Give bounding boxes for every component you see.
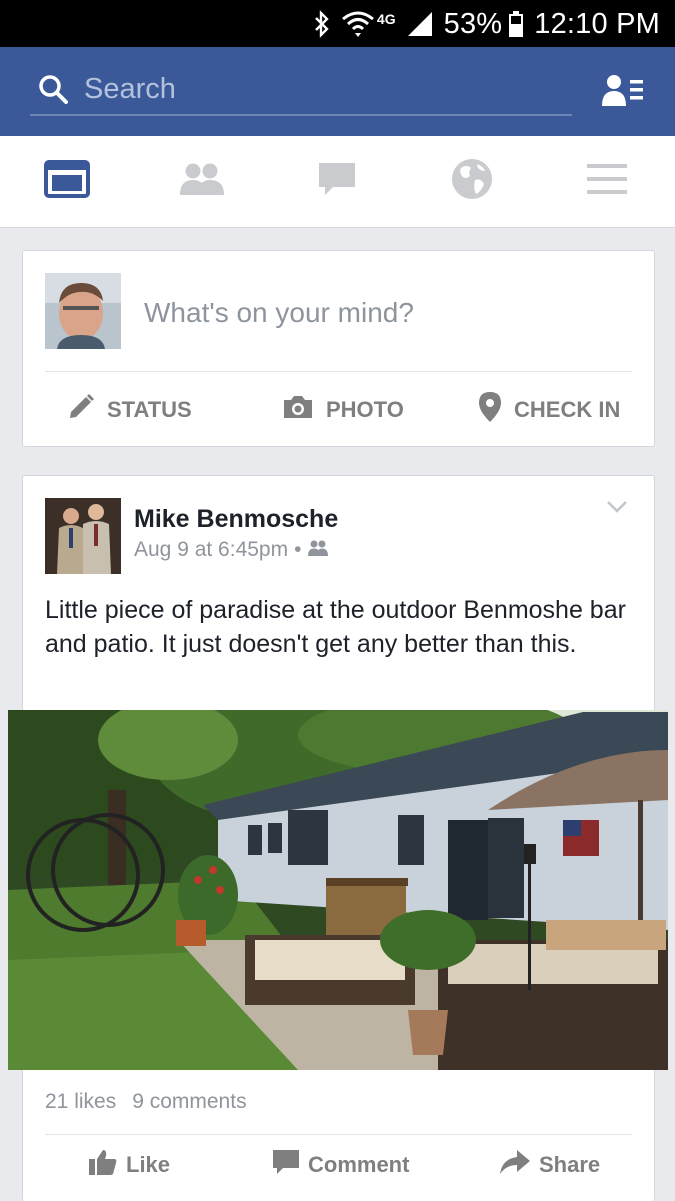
friend-requests-icon[interactable]	[602, 74, 644, 113]
bluetooth-icon	[313, 10, 331, 38]
friends-icon	[179, 162, 225, 201]
hamburger-menu-icon	[586, 162, 628, 201]
tab-messages[interactable]	[287, 136, 387, 227]
battery-percent: 53%	[443, 7, 503, 40]
signal-icon	[406, 10, 434, 38]
composer-card: What's on your mind? STATUS PHOTO CHECK …	[22, 250, 655, 447]
tab-bar	[0, 136, 675, 228]
wifi-icon	[341, 10, 375, 38]
photo-button[interactable]: PHOTO	[282, 385, 404, 435]
status-label: STATUS	[107, 397, 192, 422]
comment-button[interactable]: Comment	[272, 1144, 409, 1186]
comments-count[interactable]: 9 comments	[132, 1090, 246, 1114]
post-photo[interactable]	[8, 710, 668, 1070]
network-type-label: 4G	[376, 11, 396, 27]
search-input[interactable]	[82, 70, 556, 108]
comment-icon	[272, 1149, 300, 1181]
search-icon	[38, 74, 68, 109]
like-label: Like	[126, 1152, 171, 1177]
post-stats: 21 likes 9 comments	[45, 1090, 247, 1114]
post-card: Mike Benmosche Aug 9 at 6:45pm • Little …	[8, 475, 668, 1201]
app-header	[0, 47, 675, 136]
status-bar: 4G 53% 12:10 PM	[0, 0, 675, 47]
likes-count[interactable]: 21 likes	[45, 1090, 116, 1114]
like-button[interactable]: Like	[88, 1144, 170, 1186]
news-feed-icon	[44, 160, 90, 203]
battery-icon	[508, 10, 524, 38]
divider	[45, 371, 632, 372]
avatar[interactable]	[45, 273, 121, 349]
chevron-down-icon[interactable]	[606, 500, 628, 519]
search-bar[interactable]	[30, 66, 572, 116]
post-author-avatar[interactable]	[45, 498, 121, 574]
camera-icon	[282, 394, 314, 426]
location-pin-icon	[478, 391, 502, 429]
globe-icon	[451, 158, 493, 205]
post-timestamp[interactable]: Aug 9 at 6:45pm	[134, 538, 288, 562]
comment-label: Comment	[308, 1152, 410, 1177]
post-author-name[interactable]: Mike Benmosche	[134, 505, 338, 534]
clock: 12:10 PM	[534, 7, 660, 40]
post-meta: Aug 9 at 6:45pm •	[134, 538, 329, 562]
friends-audience-icon	[307, 538, 329, 562]
status-button[interactable]: STATUS	[67, 385, 192, 435]
tab-notifications[interactable]	[422, 136, 522, 227]
pencil-icon	[67, 393, 95, 427]
tab-friends[interactable]	[152, 136, 252, 227]
separator-dot: •	[294, 538, 302, 561]
divider	[45, 1134, 632, 1135]
check-in-label: CHECK IN	[514, 397, 621, 422]
thumbs-up-icon	[88, 1148, 118, 1182]
share-label: Share	[539, 1152, 601, 1177]
check-in-button[interactable]: CHECK IN	[478, 385, 620, 435]
share-button[interactable]: Share	[499, 1144, 600, 1186]
tab-more[interactable]	[557, 136, 657, 227]
share-arrow-icon	[499, 1149, 531, 1181]
photo-label: PHOTO	[326, 397, 404, 422]
composer-prompt[interactable]: What's on your mind?	[144, 297, 414, 329]
chat-bubble-icon	[317, 161, 357, 202]
post-text: Little piece of paradise at the outdoor …	[45, 596, 626, 658]
tab-news-feed[interactable]	[17, 136, 117, 227]
